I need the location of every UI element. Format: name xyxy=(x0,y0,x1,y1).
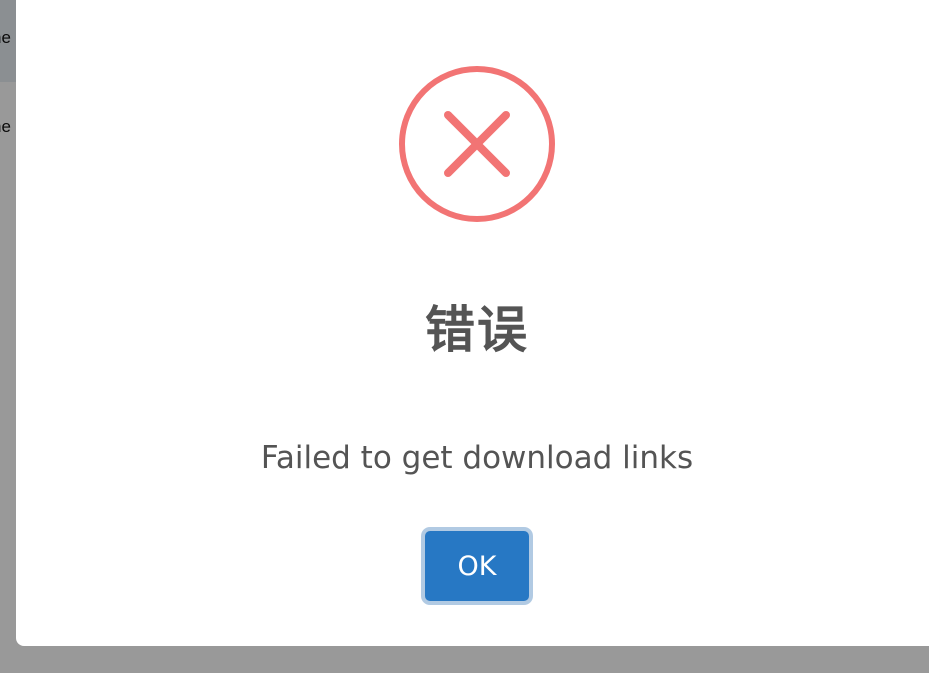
dialog-title: 错误 xyxy=(425,301,529,359)
error-x-circle-icon xyxy=(398,65,556,223)
error-dialog: 错误 Failed to get download links OK xyxy=(16,0,929,646)
dialog-message: Failed to get download links xyxy=(260,440,694,476)
ok-button[interactable]: OK xyxy=(425,531,529,601)
